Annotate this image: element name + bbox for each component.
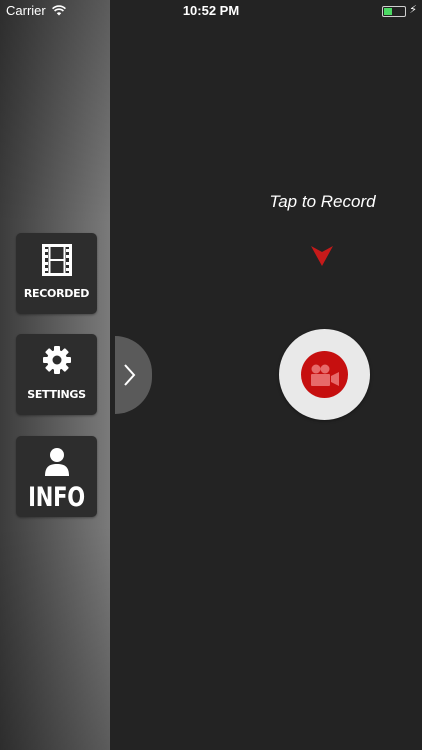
status-time: 10:52 PM — [182, 3, 240, 18]
status-bar: Carrier 10:52 PM ⚡ — [0, 0, 422, 22]
battery-icon — [382, 6, 406, 17]
chevron-right-icon — [124, 364, 136, 386]
sidebar-item-label: RECORDED — [23, 287, 90, 300]
gear-icon — [16, 345, 97, 375]
drawer-toggle-button[interactable] — [115, 336, 152, 414]
sidebar-item-info[interactable]: INFO — [16, 436, 97, 517]
charging-icon: ⚡ — [409, 4, 417, 16]
record-button[interactable] — [279, 329, 370, 420]
user-icon — [16, 447, 97, 477]
sidebar-item-label: SETTINGS — [27, 388, 86, 401]
sidebar-item-recorded[interactable]: RECORDED — [16, 233, 97, 314]
battery-level — [384, 8, 392, 15]
tap-to-record-label: Tap to Record — [269, 192, 376, 211]
record-button-core — [301, 351, 348, 398]
film-strip-icon — [16, 244, 97, 276]
video-camera-icon — [311, 364, 339, 386]
sidebar-item-settings[interactable]: SETTINGS — [16, 334, 97, 415]
arrow-down-icon — [311, 246, 333, 271]
sidebar-item-label: INFO — [28, 482, 85, 513]
